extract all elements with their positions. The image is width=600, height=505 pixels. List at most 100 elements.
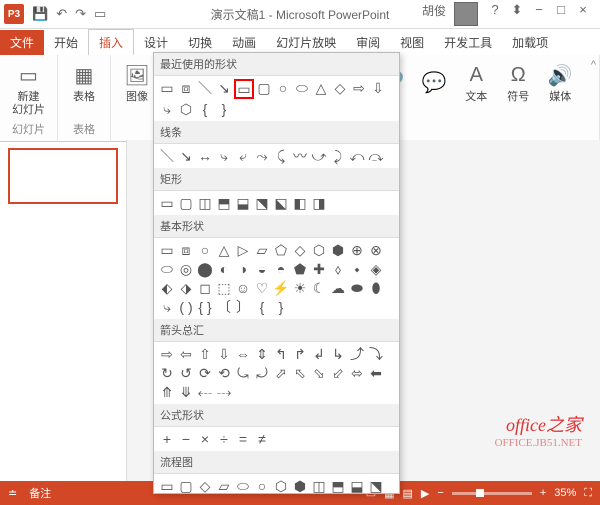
zoom-level[interactable]: 35% <box>554 487 576 499</box>
ribbon-collapse-icon[interactable]: ⬍ <box>508 2 526 26</box>
shape-triangle[interactable]: △ <box>312 79 330 97</box>
arrow-14[interactable]: ↺ <box>177 364 195 382</box>
shape-arrow-right[interactable]: ⇨ <box>350 79 368 97</box>
shape-textbox[interactable]: ▭ <box>158 79 176 97</box>
arrow-22[interactable]: ⬃ <box>329 364 347 382</box>
fc-3[interactable]: ◇ <box>196 477 214 494</box>
shape-rounded-rect[interactable]: ▢ <box>255 79 273 97</box>
table-button[interactable]: ▦ 表格 <box>66 59 102 106</box>
basic-41[interactable]: 〕 <box>234 298 252 316</box>
qat-save-icon[interactable]: 💾 <box>32 6 48 22</box>
basic-30[interactable]: ♡ <box>253 279 271 297</box>
arrow-5[interactable]: ⇔ <box>234 345 252 363</box>
basic-34[interactable]: ☁ <box>329 279 347 297</box>
basic-9[interactable]: ⬡ <box>310 241 328 259</box>
rect-1[interactable]: ▭ <box>158 194 176 212</box>
line-12[interactable]: ⤼ <box>367 147 385 165</box>
arrow-28[interactable]: ⤏ <box>215 383 233 401</box>
basic-36[interactable]: ⬮ <box>367 279 385 297</box>
basic-1[interactable]: ▭ <box>158 241 176 259</box>
basic-25[interactable]: ⬖ <box>158 279 176 297</box>
line-8[interactable]: 〰 <box>291 147 309 165</box>
shape-line[interactable]: ＼ <box>196 79 214 97</box>
rect-6[interactable]: ⬔ <box>253 194 271 212</box>
basic-12[interactable]: ⊗ <box>367 241 385 259</box>
arrow-2[interactable]: ⇦ <box>177 345 195 363</box>
arrow-11[interactable]: ⤴ <box>348 345 366 363</box>
basic-42[interactable]: { <box>253 298 271 316</box>
user-avatar[interactable] <box>454 2 478 26</box>
arrow-21[interactable]: ⬂ <box>310 364 328 382</box>
basic-6[interactable]: ▱ <box>253 241 271 259</box>
basic-4[interactable]: △ <box>215 241 233 259</box>
fit-window-icon[interactable]: ⛶ <box>584 487 592 500</box>
fc-4[interactable]: ▱ <box>215 477 233 494</box>
basic-39[interactable]: { } <box>196 298 214 316</box>
basic-5[interactable]: ▷ <box>234 241 252 259</box>
fc-6[interactable]: ○ <box>253 477 271 494</box>
arrow-13[interactable]: ↻ <box>158 364 176 382</box>
basic-8[interactable]: ◇ <box>291 241 309 259</box>
close-icon[interactable]: × <box>574 2 592 26</box>
line-10[interactable]: ⤸ <box>329 147 347 165</box>
basic-7[interactable]: ⬠ <box>272 241 290 259</box>
view-reading-icon[interactable]: ▤ <box>403 487 413 500</box>
basic-37[interactable]: ⤷ <box>158 298 176 316</box>
line-7[interactable]: ⤹ <box>272 147 290 165</box>
line-4[interactable]: ⤷ <box>215 147 233 165</box>
eq-equals[interactable]: = <box>234 430 252 448</box>
basic-15[interactable]: ⬤ <box>196 260 214 278</box>
basic-14[interactable]: ◎ <box>177 260 195 278</box>
eq-multiply[interactable]: × <box>196 430 214 448</box>
shape-brace-r[interactable]: } <box>215 100 233 118</box>
shape-hexagon[interactable]: ⬡ <box>177 100 195 118</box>
basic-18[interactable]: ◒ <box>253 260 271 278</box>
basic-33[interactable]: ☾ <box>310 279 328 297</box>
basic-16[interactable]: ◐ <box>215 260 233 278</box>
arrow-26[interactable]: ⤋ <box>177 383 195 401</box>
arrow-7[interactable]: ↰ <box>272 345 290 363</box>
basic-21[interactable]: ✚ <box>310 260 328 278</box>
basic-20[interactable]: ⬟ <box>291 260 309 278</box>
shape-rectangle-highlighted[interactable]: ▭ <box>234 79 254 99</box>
line-9[interactable]: ⤻ <box>310 147 328 165</box>
basic-28[interactable]: ⬚ <box>215 279 233 297</box>
basic-29[interactable]: ☺ <box>234 279 252 297</box>
basic-13[interactable]: ⬭ <box>158 260 176 278</box>
arrow-12[interactable]: ⤵ <box>367 345 385 363</box>
fc-11[interactable]: ⬓ <box>348 477 366 494</box>
arrow-20[interactable]: ⬁ <box>291 364 309 382</box>
fc-2[interactable]: ▢ <box>177 477 195 494</box>
user-name[interactable]: 胡俊 <box>422 2 446 26</box>
zoom-slider[interactable] <box>452 492 532 495</box>
line-3[interactable]: ↔ <box>196 147 214 165</box>
help-icon[interactable]: ? <box>486 2 504 26</box>
shape-capsule[interactable]: ⬭ <box>293 79 311 97</box>
basic-3[interactable]: ○ <box>196 241 214 259</box>
basic-17[interactable]: ◑ <box>234 260 252 278</box>
shape-connector[interactable]: ⤷ <box>158 100 176 118</box>
symbols-button[interactable]: Ω符号 <box>500 59 536 106</box>
basic-27[interactable]: ◻ <box>196 279 214 297</box>
maximize-icon[interactable]: □ <box>552 2 570 26</box>
basic-40[interactable]: 〔 <box>215 298 233 316</box>
arrow-10[interactable]: ↳ <box>329 345 347 363</box>
fc-8[interactable]: ⬢ <box>291 477 309 494</box>
arrow-18[interactable]: ⤾ <box>253 364 271 382</box>
qat-undo-icon[interactable]: ↶ <box>56 6 67 22</box>
arrow-4[interactable]: ⇩ <box>215 345 233 363</box>
fc-1[interactable]: ▭ <box>158 477 176 494</box>
basic-24[interactable]: ◈ <box>367 260 385 278</box>
fc-9[interactable]: ◫ <box>310 477 328 494</box>
eq-notequal[interactable]: ≠ <box>253 430 271 448</box>
shape-brace-l[interactable]: { <box>196 100 214 118</box>
arrow-17[interactable]: ⤿ <box>234 364 252 382</box>
arrow-1[interactable]: ⇨ <box>158 345 176 363</box>
basic-32[interactable]: ☀ <box>291 279 309 297</box>
fc-7[interactable]: ⬡ <box>272 477 290 494</box>
basic-31[interactable]: ⚡ <box>272 279 290 297</box>
eq-plus[interactable]: + <box>158 430 176 448</box>
images-button[interactable]: 🖼 图像 <box>119 59 155 106</box>
arrow-25[interactable]: ⤊ <box>158 383 176 401</box>
shape-arrow-down[interactable]: ⇩ <box>369 79 387 97</box>
